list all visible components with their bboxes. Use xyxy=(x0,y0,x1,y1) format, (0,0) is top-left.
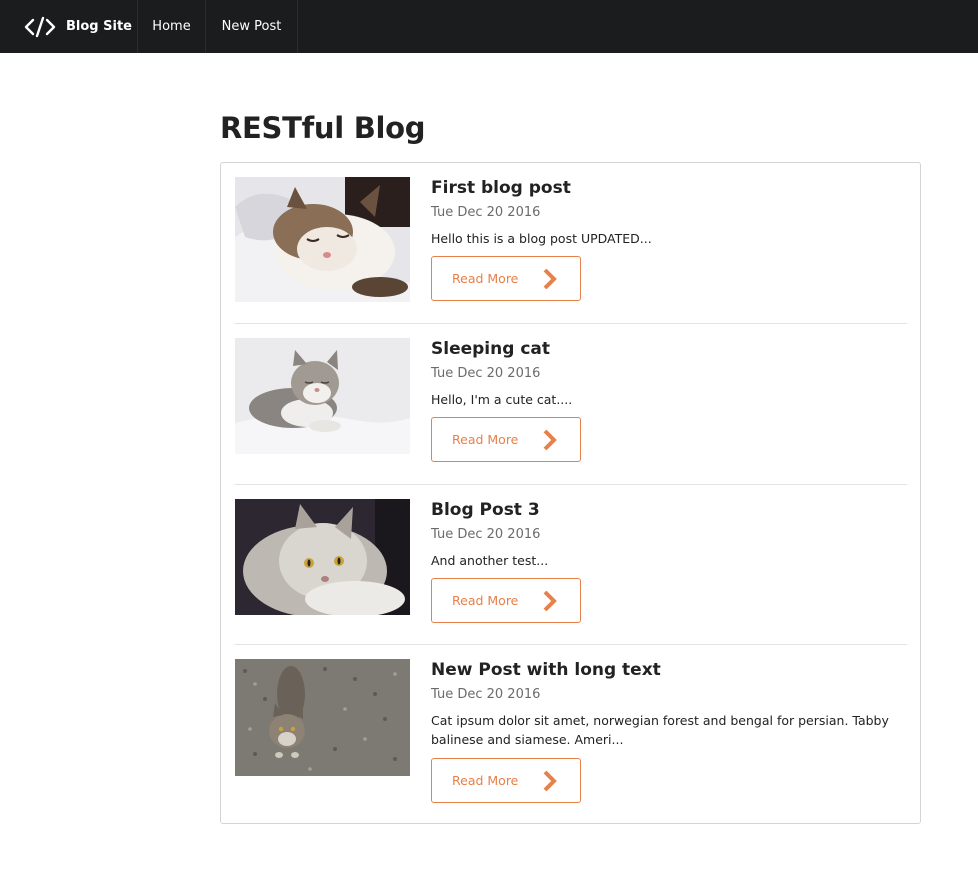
post-content: Sleeping cat Tue Dec 20 2016 Hello, I'm … xyxy=(431,338,907,462)
post-item: New Post with long text Tue Dec 20 2016 … xyxy=(235,659,907,809)
post-image xyxy=(235,659,410,776)
read-more-label: Read More xyxy=(452,271,519,286)
post-excerpt: Cat ipsum dolor sit amet, norwegian fore… xyxy=(431,713,889,747)
read-more-label: Read More xyxy=(452,432,519,447)
post-excerpt: And another test... xyxy=(431,553,549,568)
post-image xyxy=(235,177,410,302)
post-date: Tue Dec 20 2016 xyxy=(431,687,541,702)
read-more-button[interactable]: Read More xyxy=(431,758,581,803)
post-title[interactable]: First blog post xyxy=(431,177,907,199)
post-divider xyxy=(235,644,907,645)
post-excerpt: Hello this is a blog post UPDATED... xyxy=(431,231,652,246)
post-title[interactable]: Sleeping cat xyxy=(431,338,907,360)
read-more-button[interactable]: Read More xyxy=(431,417,581,462)
post-item: Sleeping cat Tue Dec 20 2016 Hello, I'm … xyxy=(235,338,907,466)
post-date: Tue Dec 20 2016 xyxy=(431,366,541,381)
post-divider xyxy=(235,323,907,324)
post-divider xyxy=(235,484,907,485)
read-more-button[interactable]: Read More xyxy=(431,256,581,301)
post-list: First blog post Tue Dec 20 2016 Hello th… xyxy=(220,162,921,824)
page-title: RESTful Blog xyxy=(220,111,426,145)
read-more-label: Read More xyxy=(452,773,519,788)
code-icon xyxy=(24,16,56,38)
post-image xyxy=(235,499,410,615)
post-title[interactable]: New Post with long text xyxy=(431,659,907,681)
chevron-right-icon xyxy=(543,429,557,451)
top-navbar: Blog Site Home New Post xyxy=(0,0,978,53)
brand-link[interactable]: Blog Site xyxy=(0,0,138,53)
post-excerpt: Hello, I'm a cute cat.... xyxy=(431,392,573,407)
post-content: First blog post Tue Dec 20 2016 Hello th… xyxy=(431,177,907,301)
nav-home-label: Home xyxy=(152,19,191,34)
nav-new-post-label: New Post xyxy=(221,19,282,34)
nav-new-post[interactable]: New Post xyxy=(206,0,298,53)
chevron-right-icon xyxy=(543,268,557,290)
nav-home[interactable]: Home xyxy=(138,0,206,53)
read-more-label: Read More xyxy=(452,593,519,608)
post-image xyxy=(235,338,410,454)
post-content: New Post with long text Tue Dec 20 2016 … xyxy=(431,659,907,803)
post-item: First blog post Tue Dec 20 2016 Hello th… xyxy=(235,177,907,305)
post-item: Blog Post 3 Tue Dec 20 2016 And another … xyxy=(235,499,907,627)
post-content: Blog Post 3 Tue Dec 20 2016 And another … xyxy=(431,499,907,623)
post-title[interactable]: Blog Post 3 xyxy=(431,499,907,521)
read-more-button[interactable]: Read More xyxy=(431,578,581,623)
post-date: Tue Dec 20 2016 xyxy=(431,205,541,220)
post-date: Tue Dec 20 2016 xyxy=(431,527,541,542)
chevron-right-icon xyxy=(543,770,557,792)
brand-label: Blog Site xyxy=(66,19,132,34)
chevron-right-icon xyxy=(543,590,557,612)
